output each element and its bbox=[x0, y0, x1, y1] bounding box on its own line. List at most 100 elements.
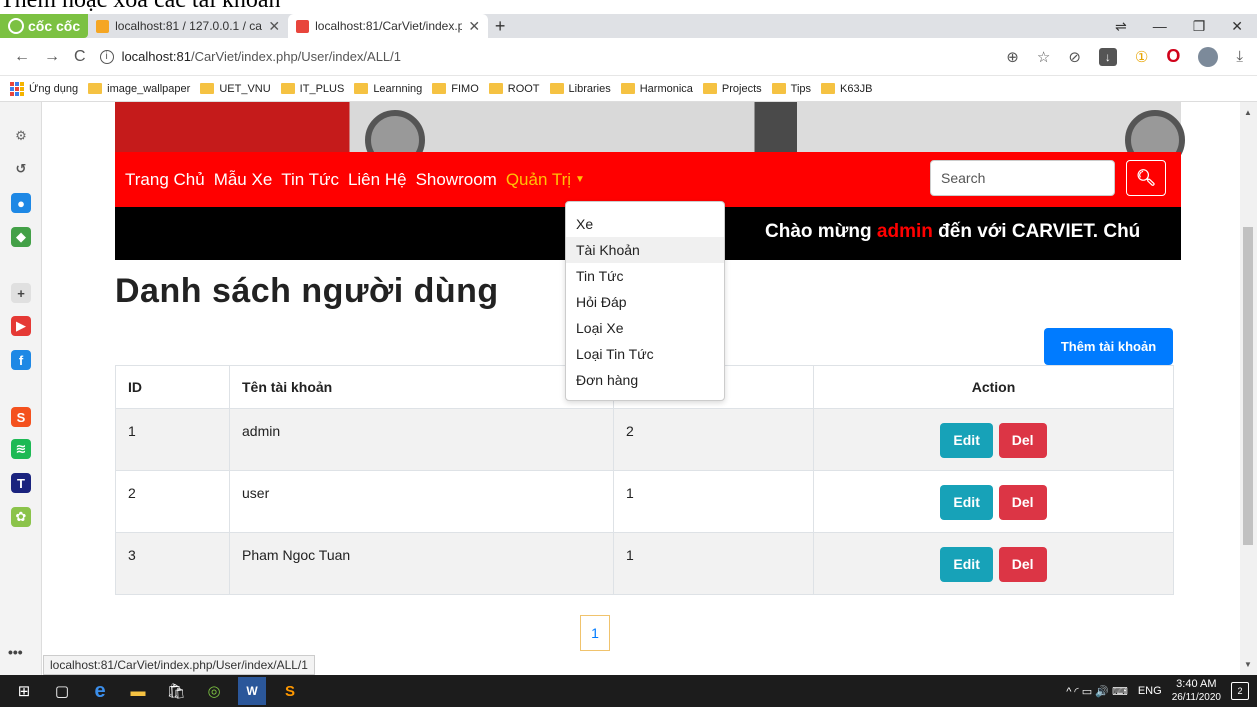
scrollbar-thumb[interactable] bbox=[1243, 227, 1253, 545]
tab-phpmyadmin[interactable]: localhost:81 / 127.0.0.1 / carvi ✕ bbox=[88, 14, 288, 38]
minimize-icon[interactable]: — bbox=[1153, 18, 1167, 34]
game-icon[interactable]: ◆ bbox=[11, 227, 31, 247]
scroll-down-icon[interactable]: ▼ bbox=[1244, 660, 1252, 669]
bookmarks-bar: Ứng dụng image_wallpaper UET_VNU IT_PLUS… bbox=[0, 76, 1257, 102]
restore-icon[interactable]: ❐ bbox=[1193, 18, 1206, 35]
zoom-icon[interactable]: ⊕ bbox=[1006, 48, 1019, 66]
language-indicator[interactable]: ENG bbox=[1138, 685, 1162, 697]
site-info-icon[interactable]: i bbox=[99, 49, 114, 64]
delete-button[interactable]: Del bbox=[998, 547, 1047, 582]
menu-item-cars[interactable]: Xe bbox=[566, 211, 724, 237]
new-tab-button[interactable]: + bbox=[488, 14, 512, 38]
clock-date: 26/11/2020 bbox=[1171, 692, 1221, 703]
bookmark-item[interactable]: IT_PLUS bbox=[280, 83, 344, 95]
bookmark-item[interactable]: Projects bbox=[702, 83, 762, 95]
add-account-button[interactable]: Thêm tài khoản bbox=[1044, 328, 1173, 365]
sublime-icon[interactable]: S bbox=[276, 677, 304, 705]
bookmark-star-icon[interactable]: ☆ bbox=[1037, 48, 1050, 66]
more-icon[interactable]: ••• bbox=[8, 644, 23, 660]
close-tab-icon[interactable]: ✕ bbox=[268, 18, 280, 35]
menu-item-car-types[interactable]: Loại Xe bbox=[566, 315, 724, 341]
edge-icon[interactable]: e bbox=[86, 677, 114, 705]
tab-search-icon[interactable]: ⇌ bbox=[1115, 18, 1127, 35]
task-view-icon[interactable]: ▢ bbox=[48, 677, 76, 705]
scroll-up-icon[interactable]: ▲ bbox=[1244, 108, 1252, 117]
store-icon[interactable]: 🛍 bbox=[162, 677, 190, 705]
notification-icon[interactable]: 2 bbox=[1231, 682, 1249, 700]
search-input[interactable]: Search bbox=[930, 160, 1115, 196]
address-bar[interactable]: i localhost:81/CarViet/index.php/User/in… bbox=[99, 49, 1007, 64]
cell-actions: Edit Del bbox=[813, 408, 1174, 471]
alert-extension-icon[interactable]: ① bbox=[1135, 48, 1148, 66]
clock[interactable]: 3:40 AM 26/11/2020 bbox=[1172, 678, 1221, 704]
shopee-icon[interactable]: S bbox=[11, 407, 31, 427]
page-scrollbar[interactable]: ▲ ▼ bbox=[1240, 102, 1257, 675]
nav-link-news[interactable]: Tin Tức bbox=[281, 170, 339, 190]
nav-admin-dropdown[interactable]: Quản Trị ▼ bbox=[506, 170, 585, 190]
nav-link-contact[interactable]: Liên Hệ bbox=[348, 170, 407, 190]
game2-icon[interactable]: ✿ bbox=[11, 507, 31, 527]
profile-avatar[interactable] bbox=[1198, 46, 1219, 67]
bookmark-label: Libraries bbox=[568, 82, 611, 95]
nav-link-models[interactable]: Mẫu Xe bbox=[214, 170, 273, 190]
word-icon[interactable]: W bbox=[238, 677, 266, 705]
tray-icons[interactable]: ^ ◜ ▭ 🔊 ⌨ bbox=[1066, 685, 1128, 698]
menu-item-news[interactable]: Tin Tức bbox=[566, 263, 724, 289]
nav-link-home[interactable]: Trang Chủ bbox=[125, 170, 205, 190]
settings-icon[interactable]: ⚙ bbox=[11, 126, 31, 146]
tiki-icon[interactable]: T bbox=[11, 473, 31, 493]
search-button[interactable]: 🔍︎ bbox=[1126, 160, 1166, 196]
edit-button[interactable]: Edit bbox=[940, 547, 993, 582]
adblock-icon[interactable]: ⊘ bbox=[1068, 48, 1081, 66]
bookmark-item[interactable]: ROOT bbox=[488, 83, 540, 95]
facebook-icon[interactable]: f bbox=[11, 350, 31, 370]
edit-button[interactable]: Edit bbox=[940, 485, 993, 520]
forward-icon[interactable]: → bbox=[44, 48, 60, 66]
history-icon[interactable]: ↺ bbox=[11, 159, 31, 179]
youtube-icon[interactable]: ▶ bbox=[11, 316, 31, 336]
bookmark-item[interactable]: Harmonica bbox=[620, 83, 693, 95]
bookmark-item[interactable]: FIMO bbox=[432, 83, 479, 95]
status-bar-url: localhost:81/CarViet/index.php/User/inde… bbox=[43, 655, 315, 675]
cell-actions: Edit Del bbox=[813, 470, 1174, 533]
bookmark-item[interactable]: UET_VNU bbox=[200, 83, 271, 95]
reload-icon[interactable]: C bbox=[74, 48, 86, 66]
menu-item-orders[interactable]: Đơn hàng bbox=[566, 367, 724, 393]
cell-role: 1 bbox=[613, 470, 814, 533]
bookmark-item[interactable]: Learnning bbox=[354, 83, 422, 95]
cell-id: 3 bbox=[115, 532, 230, 595]
close-window-icon[interactable]: ✕ bbox=[1231, 18, 1243, 35]
tab-carviet[interactable]: localhost:81/CarViet/index.ph ✕ bbox=[288, 14, 489, 38]
menu-item-faq[interactable]: Hỏi Đáp bbox=[566, 289, 724, 315]
download-extension-icon[interactable]: ↓ bbox=[1098, 47, 1117, 66]
downloads-icon[interactable]: ⤓ bbox=[1236, 48, 1243, 65]
back-icon[interactable]: ← bbox=[14, 48, 30, 66]
add-icon[interactable]: + bbox=[11, 283, 31, 303]
edit-button[interactable]: Edit bbox=[940, 423, 993, 458]
bookmark-item[interactable]: Tips bbox=[771, 83, 811, 95]
opera-extension-icon[interactable]: O bbox=[1166, 46, 1180, 67]
browser-brand-button[interactable]: cốc cốc bbox=[0, 14, 89, 38]
menu-item-news-types[interactable]: Loại Tin Tức bbox=[566, 341, 724, 367]
tab-title: localhost:81 / 127.0.0.1 / carvi bbox=[115, 19, 263, 33]
welcome-suffix: đến với CARVIET. Chú bbox=[932, 221, 1141, 242]
cell-id: 2 bbox=[115, 470, 230, 533]
delete-button[interactable]: Del bbox=[998, 485, 1047, 520]
page-viewport: Trang Chủ Mẫu Xe Tin Tức Liên Hệ Showroo… bbox=[43, 102, 1240, 675]
nav-link-showroom[interactable]: Showroom bbox=[416, 170, 497, 190]
bookmark-item[interactable]: K63JB bbox=[821, 83, 872, 95]
spotify-icon[interactable]: ≋ bbox=[11, 439, 31, 459]
menu-item-accounts[interactable]: Tài Khoản bbox=[566, 237, 724, 263]
search-icon: 🔍︎ bbox=[1135, 170, 1157, 187]
messenger-icon[interactable]: ● bbox=[11, 193, 31, 213]
delete-button[interactable]: Del bbox=[998, 423, 1047, 458]
windows-start-icon[interactable]: ⊞ bbox=[10, 677, 38, 705]
close-tab-icon[interactable]: ✕ bbox=[468, 18, 480, 35]
pagination-page-1[interactable]: 1 bbox=[580, 615, 610, 651]
bookmark-apps[interactable]: Ứng dụng bbox=[10, 81, 78, 96]
bookmark-item[interactable]: image_wallpaper bbox=[88, 83, 190, 95]
coccoc-taskbar-icon[interactable]: ◎ bbox=[200, 677, 228, 705]
apps-grid-icon bbox=[10, 81, 24, 96]
file-explorer-icon[interactable]: ▬ bbox=[124, 677, 152, 705]
bookmark-item[interactable]: Libraries bbox=[549, 82, 611, 95]
